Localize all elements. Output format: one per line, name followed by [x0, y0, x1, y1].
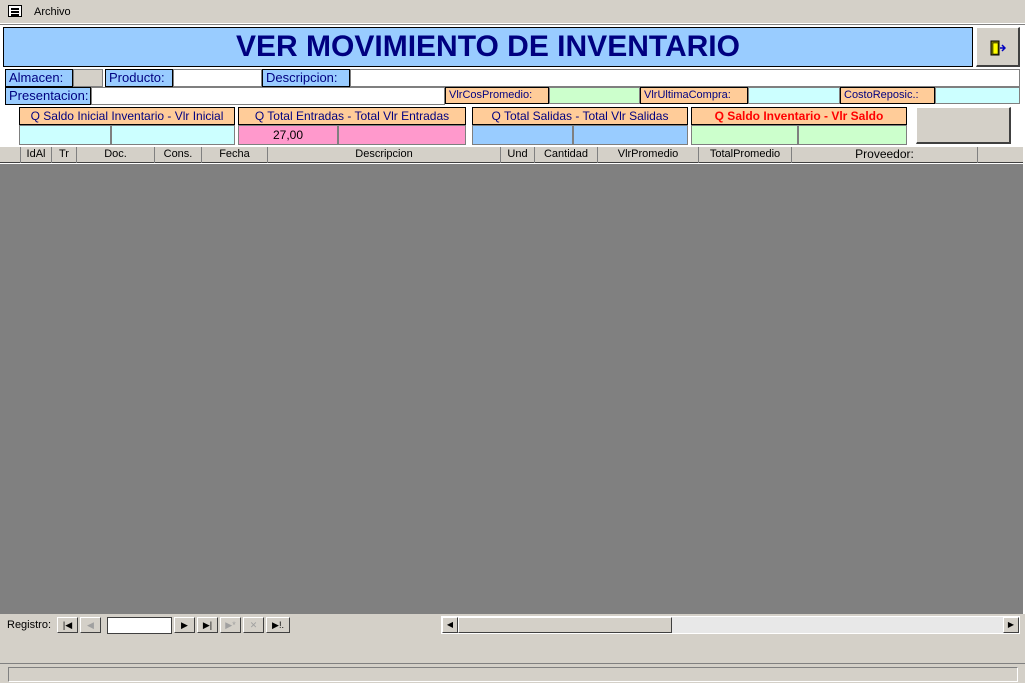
presentacion-label: Presentacion:	[5, 87, 91, 105]
column-header-und[interactable]: Und	[501, 147, 535, 163]
form-title: VER MOVIMIENTO DE INVENTARIO	[3, 27, 973, 67]
descripcion-label: Descripcion:	[262, 69, 350, 87]
record-navigation-bar: Registro: |◀ ◀ ▶ ▶| ▶* ✕ ▶!. ◀ ▶	[0, 614, 1025, 636]
almacen-label: Almacen:	[5, 69, 73, 87]
column-header-vlrpromedio[interactable]: VlrPromedio	[598, 147, 699, 163]
scroll-thumb[interactable]	[458, 617, 672, 633]
total-entradas-value[interactable]	[338, 125, 466, 145]
column-header-idal[interactable]: IdAl	[21, 147, 52, 163]
record-label: Registro:	[7, 619, 52, 631]
total-entradas-qty[interactable]: 27,00	[238, 125, 338, 145]
last-record-button[interactable]: ▶|	[197, 617, 218, 633]
grid-column-headers: IdAl Tr Doc. Cons. Fecha Descripcion Und…	[0, 146, 1023, 163]
horizontal-scrollbar[interactable]: ◀ ▶	[441, 616, 1020, 634]
column-header-totalpromedio[interactable]: TotalPromedio	[699, 147, 792, 163]
column-header-descripcion[interactable]: Descripcion	[268, 147, 501, 163]
first-record-button[interactable]: |◀	[57, 617, 78, 633]
blank-command-button[interactable]	[916, 107, 1011, 144]
column-header-doc[interactable]: Doc.	[77, 147, 155, 163]
saldo-inventario-qty[interactable]	[691, 125, 798, 145]
total-entradas-header: Q Total Entradas - Total Vlr Entradas	[238, 107, 466, 125]
total-salidas-qty[interactable]	[472, 125, 573, 145]
vlr-ultima-compra-field[interactable]	[748, 87, 840, 104]
next-record-button[interactable]: ▶	[174, 617, 195, 633]
status-panel	[8, 667, 1018, 682]
vlr-ultima-compra-label: VlrUltimaCompra:	[640, 87, 748, 104]
scroll-right-arrow-icon[interactable]: ▶	[1003, 617, 1019, 633]
menu-archivo[interactable]: Archivo	[34, 6, 71, 18]
record-number-input[interactable]	[107, 617, 172, 634]
saldo-inicial-qty[interactable]	[19, 125, 111, 145]
total-salidas-value[interactable]	[573, 125, 688, 145]
record-selector-header[interactable]	[0, 147, 21, 163]
saldo-inicial-value[interactable]	[111, 125, 235, 145]
saldo-inicial-header: Q Saldo Inicial Inventario - Vlr Inicial	[19, 107, 235, 125]
column-header-tr[interactable]: Tr	[52, 147, 77, 163]
datasheet-body[interactable]	[0, 164, 1023, 614]
vlr-cos-promedio-label: VlrCosPromedio:	[445, 87, 549, 104]
new-record-button[interactable]: ▶*	[220, 617, 241, 633]
status-bar	[0, 663, 1025, 683]
vlr-cos-promedio-field[interactable]	[549, 87, 640, 104]
total-salidas-header: Q Total Salidas - Total Vlr Salidas	[472, 107, 688, 125]
producto-field[interactable]	[173, 69, 262, 87]
menu-bar: Archivo	[0, 0, 1025, 24]
previous-record-button[interactable]: ◀	[80, 617, 101, 633]
costo-reposic-label: CostoReposic.:	[840, 87, 935, 104]
saldo-inventario-header: Q Saldo Inventario - Vlr Saldo	[691, 107, 907, 125]
producto-label: Producto:	[105, 69, 173, 87]
exit-button[interactable]	[976, 27, 1020, 67]
saldo-inventario-value[interactable]	[798, 125, 907, 145]
form-window-icon[interactable]	[8, 5, 22, 17]
column-header-proveedor[interactable]: Proveedor:	[792, 147, 978, 163]
almacen-field[interactable]	[73, 69, 103, 87]
column-header-cantidad[interactable]: Cantidad	[535, 147, 598, 163]
scroll-left-arrow-icon[interactable]: ◀	[442, 617, 458, 633]
filter-button[interactable]: ▶!.	[266, 617, 290, 633]
exit-door-icon	[990, 40, 1006, 56]
costo-reposic-field[interactable]	[935, 87, 1020, 104]
column-header-fecha[interactable]: Fecha	[202, 147, 268, 163]
descripcion-field[interactable]	[350, 69, 1020, 87]
presentacion-field[interactable]	[91, 87, 445, 105]
delete-record-button[interactable]: ✕	[243, 617, 264, 633]
column-header-cons[interactable]: Cons.	[155, 147, 202, 163]
